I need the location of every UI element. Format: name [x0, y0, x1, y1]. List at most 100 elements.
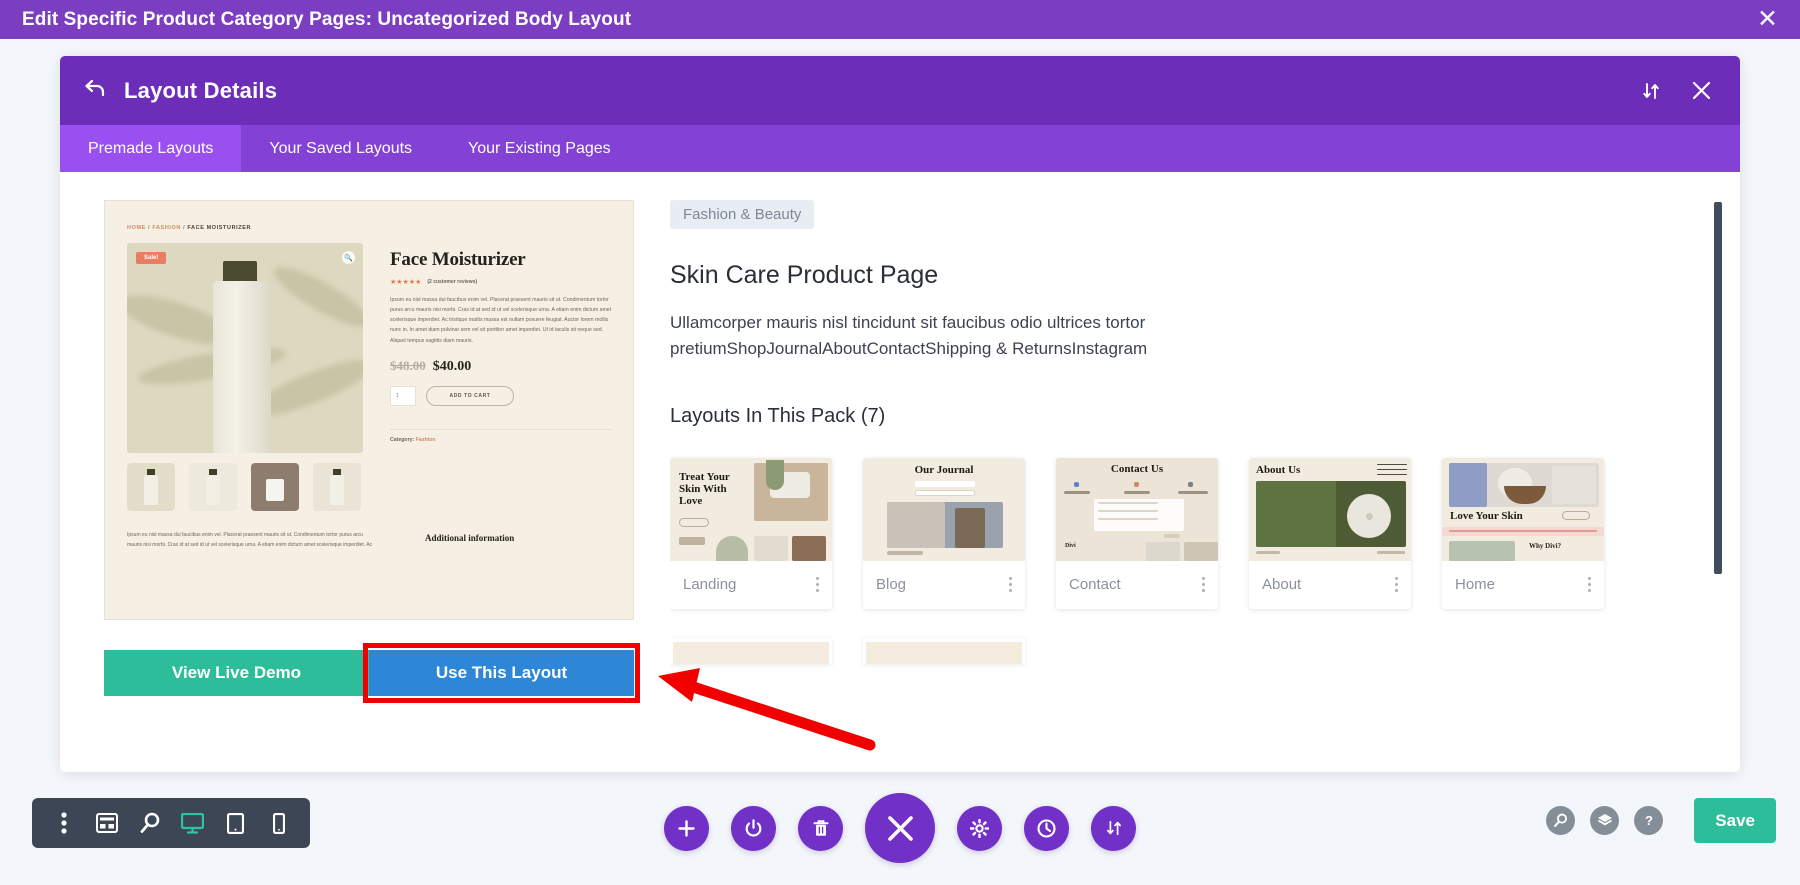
pack-category-badge[interactable]: Fashion & Beauty	[670, 200, 815, 229]
zoom-out-icon[interactable]	[128, 798, 171, 848]
pack-title: Skin Care Product Page	[670, 261, 939, 289]
kebab-menu-icon[interactable]	[1009, 577, 1012, 593]
sort-up-down-icon[interactable]	[1091, 805, 1136, 851]
kebab-menu-icon[interactable]	[1588, 577, 1591, 593]
layout-card-thumbnail: Contact Us Divi	[1056, 457, 1218, 561]
product-thumbnail[interactable]	[251, 463, 299, 511]
svg-text:?: ?	[1645, 813, 1653, 828]
layout-card-footer: Landing	[670, 561, 832, 609]
add-icon[interactable]	[664, 805, 709, 851]
preview-product-image: Sale! 🔍	[127, 243, 363, 453]
breadcrumb-sep: /	[148, 225, 151, 231]
product-description: Ipsum eu nisl massa dui faucibus enim ve…	[390, 297, 612, 344]
layout-card-label: Blog	[876, 576, 907, 594]
preview-product-info: Face Moisturizer ★★★★★ (2 customer revie…	[390, 249, 612, 406]
help-icon[interactable]: ?	[1634, 806, 1664, 835]
layout-cards-row-2	[670, 638, 1025, 664]
preview-thumbnail-strip	[127, 463, 361, 511]
layout-card-footer: Blog	[863, 561, 1025, 609]
sale-badge: Sale!	[136, 252, 167, 264]
product-rating: ★★★★★ (2 customer reviews)	[390, 278, 612, 286]
breadcrumb-sep-2: /	[183, 225, 186, 231]
thumb-heading: About Us	[1256, 463, 1301, 476]
price-new: $40.00	[432, 358, 472, 374]
kebab-menu-icon[interactable]	[816, 577, 819, 593]
layouts-in-pack-heading: Layouts In This Pack (7)	[670, 404, 886, 427]
layout-card-thumbnail: About Us	[1249, 457, 1411, 561]
product-thumbnail[interactable]	[189, 463, 237, 511]
save-button[interactable]: Save	[1694, 798, 1776, 843]
close-icon[interactable]	[1691, 80, 1712, 101]
admin-bar-title: Edit Specific Product Category Pages: Un…	[22, 8, 632, 30]
add-to-cart-button[interactable]: ADD TO CART	[426, 385, 514, 406]
history-icon[interactable]	[1024, 805, 1069, 851]
price-old: $48.00	[390, 357, 426, 373]
trash-icon[interactable]	[798, 805, 843, 851]
phone-icon[interactable]	[257, 798, 300, 848]
kebab-menu-icon[interactable]	[1202, 577, 1205, 593]
category-value: Fashion	[415, 437, 436, 443]
layout-card-label: Home	[1455, 576, 1496, 594]
product-cart-row: 1 ADD TO CART	[390, 385, 612, 406]
power-icon[interactable]	[731, 805, 776, 851]
category-label: Category:	[390, 437, 415, 443]
layout-card-label: Landing	[683, 576, 737, 594]
additional-information-heading: Additional information	[425, 533, 515, 543]
tab-premade-layouts[interactable]: Premade Layouts	[60, 125, 242, 172]
review-count: (2 customer reviews)	[427, 279, 478, 285]
breadcrumb-home: HOME	[127, 225, 146, 231]
layout-detail-column: Fashion & Beauty Skin Care Product Page …	[670, 200, 1740, 772]
thumb-heading: Love Your Skin	[1450, 509, 1523, 522]
product-thumbnail[interactable]	[313, 463, 361, 511]
close-icon[interactable]: ✕	[1757, 7, 1778, 32]
layers-icon[interactable]	[1590, 806, 1620, 835]
kebab-menu-icon[interactable]	[1395, 577, 1398, 593]
modal-title: Layout Details	[124, 77, 278, 103]
divi-label: Divi	[1065, 542, 1076, 549]
desktop-icon[interactable]	[171, 798, 214, 848]
product-thumbnail[interactable]	[127, 463, 175, 511]
modal-header: Layout Details	[60, 56, 1740, 125]
back-arrow-icon[interactable]	[84, 79, 106, 101]
product-bottle	[213, 281, 271, 453]
sort-up-down-icon[interactable]	[1641, 81, 1661, 101]
layout-card-home[interactable]: Love Your Skin Why Divi? Home	[1442, 457, 1604, 609]
layout-card-footer: Home	[1442, 561, 1604, 609]
thumb-heading: Our Journal	[914, 463, 974, 476]
magnify-icon[interactable]: 🔍	[342, 251, 355, 264]
layout-card-partial[interactable]	[670, 638, 832, 664]
close-icon[interactable]	[865, 793, 935, 863]
tablet-icon[interactable]	[214, 798, 257, 848]
search-icon[interactable]	[1546, 806, 1576, 835]
preview-breadcrumb: HOME / FASHION / FACE MOISTURIZER	[127, 225, 251, 231]
layout-card-partial[interactable]	[863, 638, 1025, 664]
view-live-demo-button[interactable]: View Live Demo	[104, 650, 369, 696]
vertical-scrollbar[interactable]	[1714, 202, 1722, 574]
gear-icon[interactable]	[957, 805, 1002, 851]
product-title: Face Moisturizer	[390, 249, 526, 270]
preview-action-buttons: View Live Demo Use This Layout	[104, 643, 640, 703]
layout-card-blog[interactable]: Our Journal Blog	[863, 457, 1025, 609]
modal-header-icons	[1641, 80, 1712, 101]
right-toolbar: ? Save	[1546, 798, 1776, 843]
preview-footer-text: Ipsum eu nisl massa dui faucibus enim ve…	[127, 532, 373, 548]
use-this-layout-wrapper: Use This Layout	[363, 643, 640, 703]
quantity-input[interactable]: 1	[390, 385, 416, 406]
layout-card-thumbnail: Treat Your Skin With Love	[670, 457, 832, 561]
modal-tabs: Premade Layouts Your Saved Layouts Your …	[60, 125, 1740, 172]
layout-cards-row: Treat Your Skin With Love Landing Our Jo…	[670, 457, 1680, 609]
layout-card-about[interactable]: About Us About	[1249, 457, 1411, 609]
left-toolbar	[32, 798, 310, 848]
tab-your-saved-layouts[interactable]: Your Saved Layouts	[241, 125, 440, 172]
wireframe-icon[interactable]	[85, 798, 128, 848]
layout-card-landing[interactable]: Treat Your Skin With Love Landing	[670, 457, 832, 609]
layout-card-thumbnail: Love Your Skin Why Divi?	[1442, 457, 1604, 561]
admin-bar: Edit Specific Product Category Pages: Un…	[0, 0, 1800, 39]
layout-card-contact[interactable]: Contact Us Divi Contact	[1056, 457, 1218, 609]
layout-card-label: Contact	[1069, 576, 1121, 594]
tab-your-existing-pages[interactable]: Your Existing Pages	[440, 125, 639, 172]
kebab-menu-icon[interactable]	[42, 798, 85, 848]
breadcrumb-category: FASHION	[152, 225, 181, 231]
use-this-layout-button[interactable]: Use This Layout	[369, 650, 634, 696]
product-category-line: Category: Fashion	[390, 429, 612, 443]
